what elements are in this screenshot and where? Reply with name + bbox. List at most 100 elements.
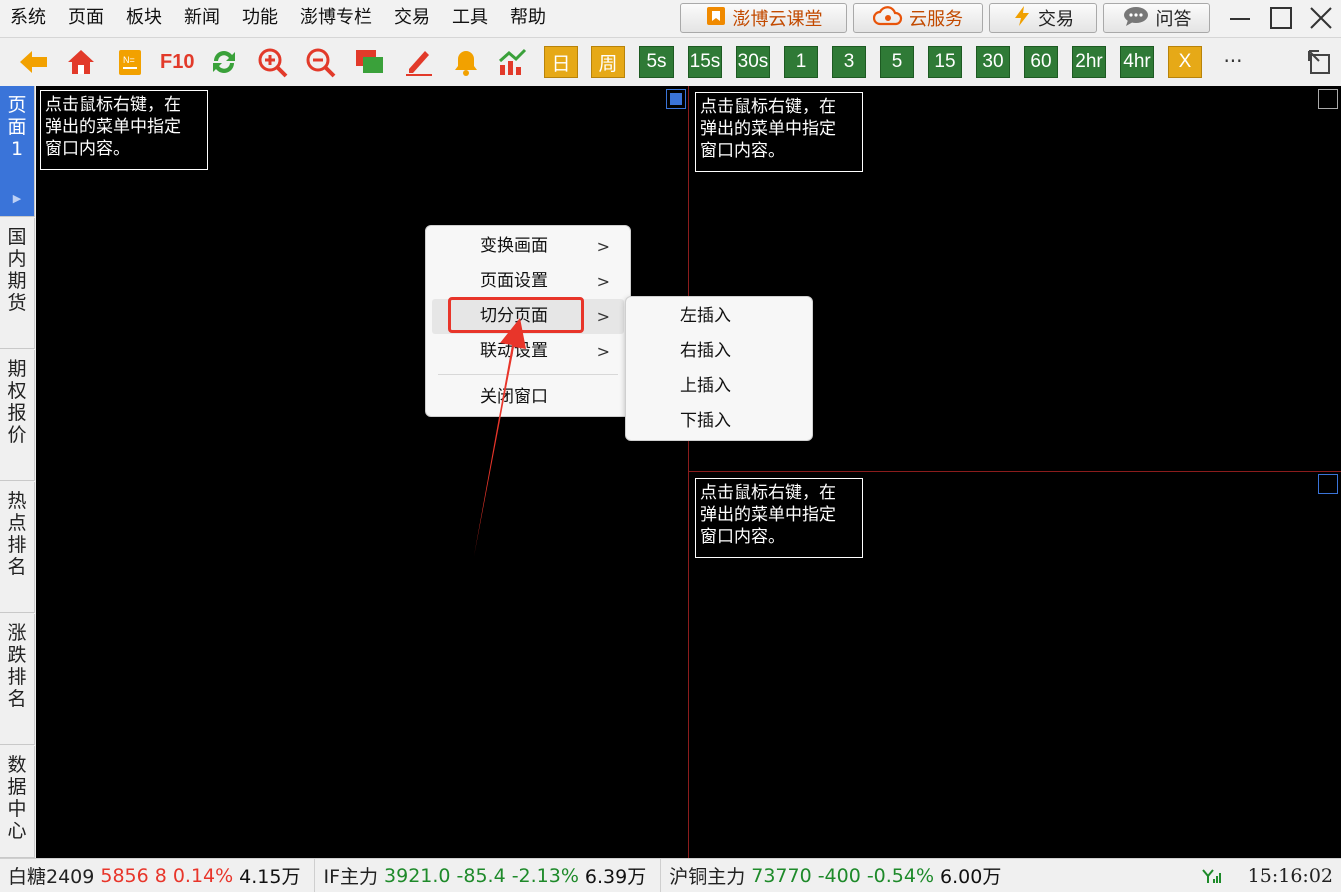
- quote-sugar[interactable]: 白糖2409 5856 8 0.14% 4.15万: [0, 858, 316, 892]
- close-icon[interactable]: [1305, 4, 1335, 32]
- quote-copper-main[interactable]: 沪铜主力 73770 -400 -0.54% 6.00万: [661, 859, 1015, 892]
- panel-hint-text: 点击鼠标右键，在 弹出的菜单中指定 窗口内容。: [40, 90, 208, 170]
- home-icon[interactable]: [66, 47, 96, 77]
- period-15-button[interactable]: 15: [928, 46, 962, 78]
- chevron-right-icon: >: [596, 342, 610, 361]
- quote-volume: 6.39万: [584, 866, 647, 888]
- quote-pct: 0.14%: [172, 864, 234, 887]
- menu-news[interactable]: 新闻: [174, 0, 232, 38]
- quote-change: -85.4: [456, 864, 506, 887]
- tab-option-quotes[interactable]: 期权报价: [0, 350, 35, 481]
- period-30s-button[interactable]: 30s: [736, 46, 770, 78]
- f10-button[interactable]: F10: [160, 47, 194, 77]
- more-icon[interactable]: ···: [1216, 47, 1250, 77]
- menu-function[interactable]: 功能: [232, 0, 290, 38]
- period-5s-button[interactable]: 5s: [639, 46, 674, 78]
- menu-page[interactable]: 页面: [58, 0, 116, 38]
- period-2hr-button[interactable]: 2hr: [1072, 46, 1106, 78]
- panel-select-checkbox[interactable]: [1318, 89, 1338, 109]
- panel-select-checkbox[interactable]: [666, 89, 686, 109]
- chat-bubble-icon: [1122, 5, 1150, 32]
- period-x-button[interactable]: X: [1168, 46, 1202, 78]
- bookmark-icon: [705, 5, 727, 32]
- cloud-service-label: 云服务: [909, 9, 963, 30]
- layout-switch-icon[interactable]: [1305, 47, 1335, 77]
- ctx-link-settings[interactable]: 联动设置 >: [432, 334, 624, 369]
- period-4hr-button[interactable]: 4hr: [1120, 46, 1154, 78]
- main-panels: 点击鼠标右键，在 弹出的菜单中指定 窗口内容。 点击鼠标右键，在 弹出的菜单中指…: [36, 86, 1341, 858]
- course-button[interactable]: 澎博云课堂: [680, 3, 847, 33]
- trade-button[interactable]: 交易: [989, 3, 1097, 33]
- ctx-close-window[interactable]: 关闭窗口: [432, 380, 624, 415]
- submenu-insert-right[interactable]: 右插入: [632, 334, 806, 369]
- submenu-insert-bottom[interactable]: 下插入: [632, 404, 806, 439]
- ctx-page-settings[interactable]: 页面设置 >: [432, 264, 624, 299]
- cloud-service-button[interactable]: 云服务: [853, 3, 983, 33]
- tab-change-ranking[interactable]: 涨跌排名: [0, 614, 35, 745]
- menu-help[interactable]: 帮助: [500, 0, 558, 38]
- quote-if-main[interactable]: IF主力 3921.0 -85.4 -2.13% 6.39万: [315, 858, 662, 892]
- ctx-link-settings-label: 联动设置: [480, 341, 548, 361]
- menu-tools[interactable]: 工具: [442, 0, 500, 38]
- context-submenu: 左插入 右插入 上插入 下插入: [625, 296, 813, 441]
- back-arrow-icon[interactable]: [18, 47, 48, 77]
- menu-trade[interactable]: 交易: [384, 0, 442, 38]
- submenu-insert-left[interactable]: 左插入: [632, 299, 806, 334]
- signal-strength-icon: [1202, 869, 1221, 883]
- quote-price: 3921.0: [384, 864, 451, 887]
- window-stack-icon[interactable]: [354, 47, 384, 77]
- ctx-switch-view-label: 变换画面: [480, 236, 548, 256]
- tab-page-1-label: 页面1: [7, 94, 27, 160]
- panel-bottom-right[interactable]: 点击鼠标右键，在 弹出的菜单中指定 窗口内容。: [689, 472, 1341, 858]
- tab-expand-icon[interactable]: ▶: [7, 188, 27, 210]
- qa-button[interactable]: 问答: [1103, 3, 1210, 33]
- maximize-icon[interactable]: [1266, 4, 1296, 32]
- period-5-button[interactable]: 5: [880, 46, 914, 78]
- period-week-button[interactable]: 周: [591, 46, 625, 78]
- zoom-in-icon[interactable]: [257, 47, 288, 78]
- cloud-icon: [872, 5, 903, 32]
- submenu-insert-top-label: 上插入: [680, 376, 731, 396]
- panel-select-checkbox[interactable]: [1318, 474, 1338, 494]
- panel-left[interactable]: 点击鼠标右键，在 弹出的菜单中指定 窗口内容。: [36, 86, 688, 858]
- qa-button-label: 问答: [1155, 9, 1192, 30]
- notes-icon[interactable]: N=: [115, 47, 145, 77]
- lightning-icon: [1012, 5, 1032, 32]
- tab-page-1[interactable]: 页面1 ▶: [0, 86, 35, 217]
- period-day-button[interactable]: 日: [544, 46, 578, 78]
- quote-name: 沪铜主力: [669, 866, 746, 888]
- period-15s-button[interactable]: 15s: [688, 46, 722, 78]
- tab-domestic-futures[interactable]: 国内期货: [0, 218, 35, 349]
- course-button-label: 澎博云课堂: [732, 9, 823, 30]
- tab-hot-ranking-label: 热点排名: [7, 490, 27, 578]
- menu-column[interactable]: 澎博专栏: [290, 0, 384, 38]
- ctx-separator: [438, 374, 618, 375]
- trend-chart-icon[interactable]: [497, 47, 527, 77]
- period-1-button[interactable]: 1: [784, 46, 818, 78]
- ctx-page-settings-label: 页面设置: [480, 271, 548, 291]
- period-3-button[interactable]: 3: [832, 46, 866, 78]
- zoom-out-icon[interactable]: [305, 47, 336, 78]
- ctx-switch-view[interactable]: 变换画面 >: [432, 229, 624, 264]
- bell-alert-icon[interactable]: [451, 47, 481, 77]
- quote-name: 白糖2409: [8, 866, 95, 888]
- clock-time: 15:16:02: [1247, 865, 1333, 887]
- menu-sector[interactable]: 板块: [116, 0, 174, 38]
- chevron-right-icon: >: [596, 307, 610, 326]
- minimize-icon[interactable]: [1225, 4, 1255, 32]
- trade-button-label: 交易: [1038, 9, 1074, 30]
- tab-change-ranking-label: 涨跌排名: [7, 622, 27, 710]
- pen-draw-icon[interactable]: [403, 47, 433, 77]
- period-60-button[interactable]: 60: [1024, 46, 1058, 78]
- menu-system[interactable]: 系统: [0, 0, 58, 38]
- submenu-insert-top[interactable]: 上插入: [632, 369, 806, 404]
- tab-data-center[interactable]: 数据中心: [0, 746, 35, 858]
- left-tab-bar: 页面1 ▶ 国内期货 期权报价 热点排名 涨跌排名 数据中心: [0, 86, 35, 858]
- quote-pct: -2.13%: [511, 864, 579, 887]
- period-30-button[interactable]: 30: [976, 46, 1010, 78]
- submenu-insert-bottom-label: 下插入: [680, 411, 731, 431]
- refresh-icon[interactable]: [209, 47, 239, 77]
- annotation-highlight-box: [448, 297, 584, 333]
- panel-hint-text: 点击鼠标右键，在 弹出的菜单中指定 窗口内容。: [695, 478, 863, 558]
- tab-hot-ranking[interactable]: 热点排名: [0, 482, 35, 613]
